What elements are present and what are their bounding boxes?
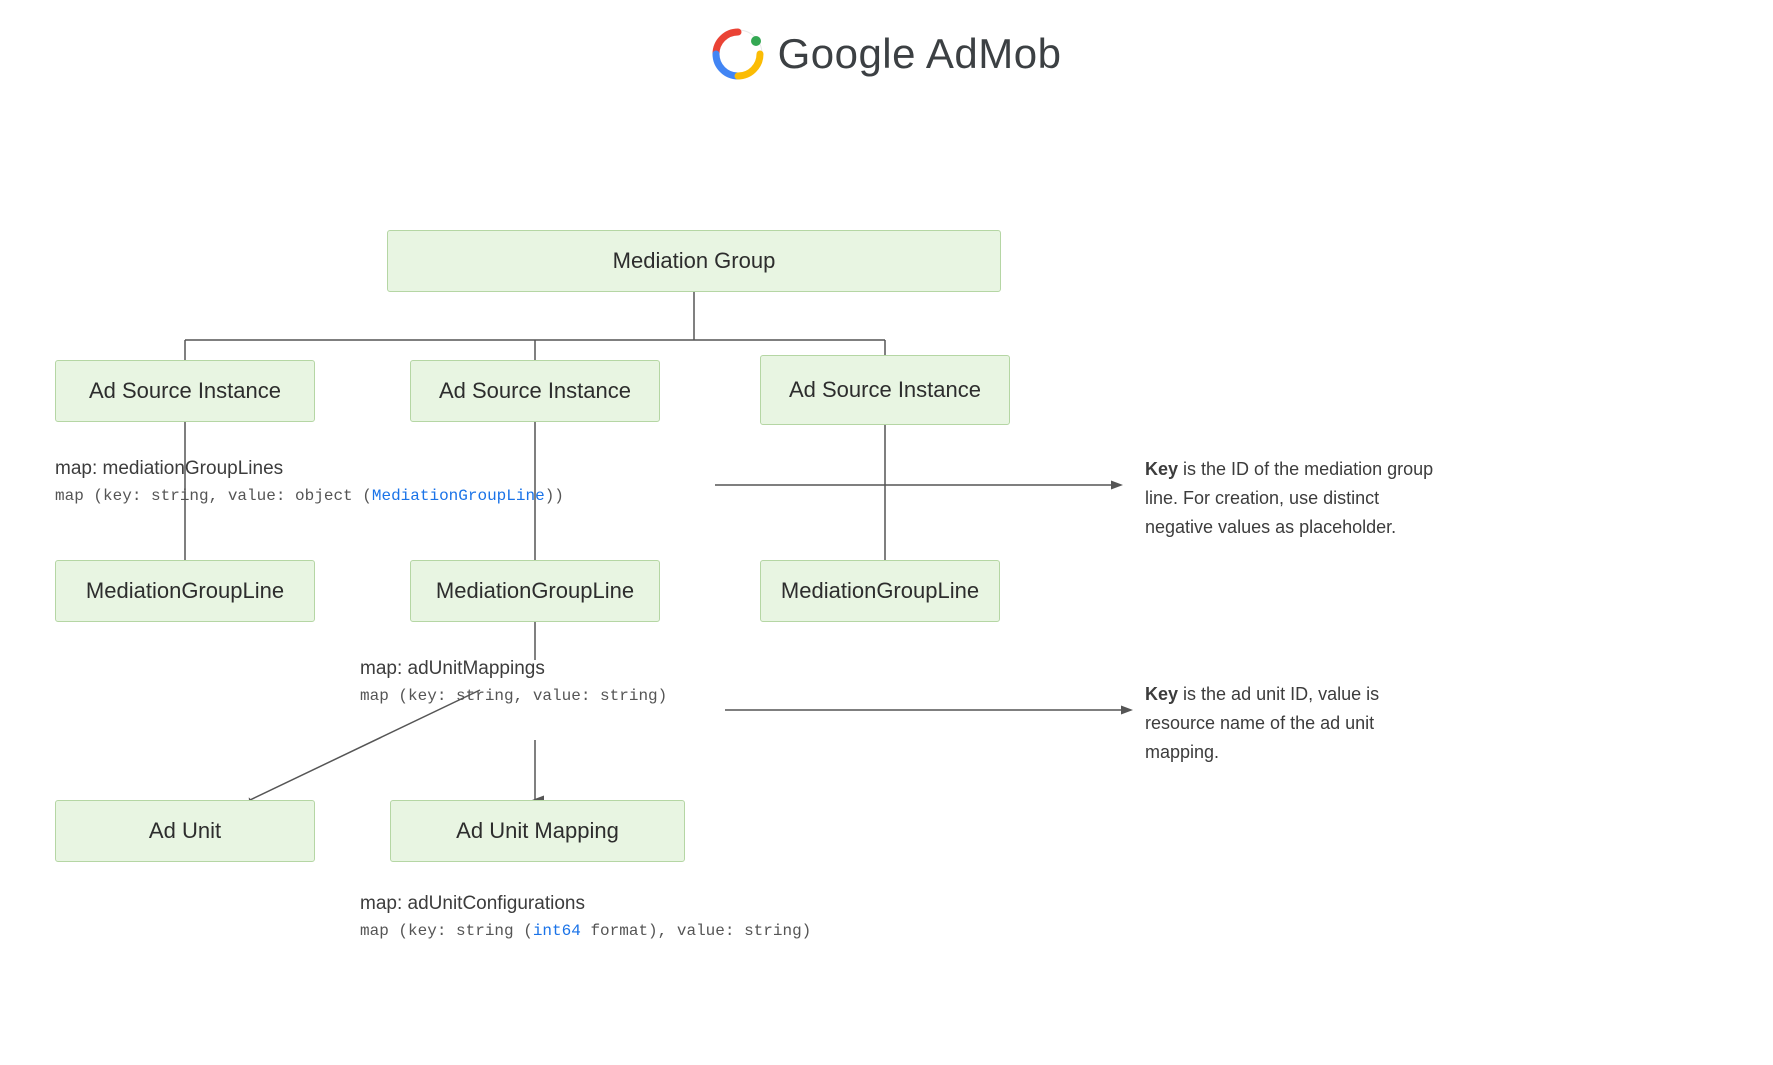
map-label-2-line1: map: adUnitMappings	[360, 655, 667, 684]
ad-source-instance-box-1: Ad Source Instance	[55, 360, 315, 422]
note-ad-unit-id: Key is the ad unit ID, value is resource…	[1145, 680, 1445, 766]
page-title: Google AdMob	[778, 30, 1062, 78]
page-header: Google AdMob	[0, 0, 1773, 100]
map-ad-unit-configurations-label: map: adUnitConfigurations map (key: stri…	[360, 890, 811, 943]
mediation-group-line-box-3: MediationGroupLine	[760, 560, 1000, 622]
admob-logo-icon	[712, 28, 764, 80]
mediation-group-line-box-1: MediationGroupLine	[55, 560, 315, 622]
map-label-1-line2: map (key: string, value: object (Mediati…	[55, 484, 564, 508]
mediation-group-box: Mediation Group	[387, 230, 1001, 292]
ad-source-instance-box-3: Ad Source Instance	[760, 355, 1010, 425]
note-2-bold: Key	[1145, 684, 1178, 704]
note-1-rest: is the ID of the mediation group line. F…	[1145, 459, 1433, 537]
mediation-group-line-box-2: MediationGroupLine	[410, 560, 660, 622]
map-ad-unit-mappings-label: map: adUnitMappings map (key: string, va…	[360, 655, 667, 708]
ad-source-instance-box-2: Ad Source Instance	[410, 360, 660, 422]
map-label-1-line1: map: mediationGroupLines	[55, 455, 564, 484]
ad-unit-mapping-box: Ad Unit Mapping	[390, 800, 685, 862]
map-label-3-line2: map (key: string (int64 format), value: …	[360, 919, 811, 943]
diagram-container: Mediation Group Ad Source Instance Ad So…	[0, 100, 1773, 1060]
note-mediation-group-line: Key is the ID of the mediation group lin…	[1145, 455, 1445, 541]
note-2-rest: is the ad unit ID, value is resource nam…	[1145, 684, 1379, 762]
note-1-bold: Key	[1145, 459, 1178, 479]
ad-unit-box: Ad Unit	[55, 800, 315, 862]
map-label-3-line1: map: adUnitConfigurations	[360, 890, 811, 919]
map-mediation-group-lines-label: map: mediationGroupLines map (key: strin…	[55, 455, 564, 508]
map-label-2-line2: map (key: string, value: string)	[360, 684, 667, 708]
